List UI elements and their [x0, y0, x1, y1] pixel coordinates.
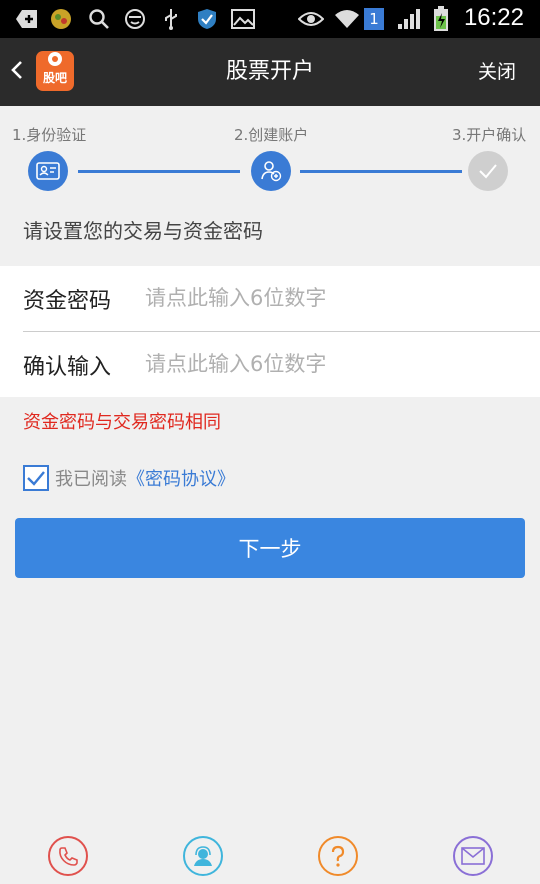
- customer-service-button[interactable]: [183, 836, 223, 876]
- step-label-3: 3.开户确认: [452, 126, 527, 144]
- mail-icon: [461, 847, 485, 865]
- search-icon: [86, 6, 112, 32]
- next-button[interactable]: 下一步: [15, 518, 525, 578]
- password-form: 资金密码 确认输入: [0, 266, 540, 397]
- warning-message: 资金密码与交易密码相同: [23, 412, 221, 433]
- clock: 16:22: [463, 4, 524, 31]
- header: 股吧 股票开户 关闭: [0, 38, 540, 106]
- agreement-link[interactable]: 《密码协议》: [127, 465, 235, 491]
- step-1-indicator: [28, 151, 68, 191]
- checkmark-icon: [27, 471, 45, 486]
- eye-icon: [298, 6, 324, 32]
- section-title: 请设置您的交易与资金密码: [23, 219, 263, 243]
- step-connector-1: [78, 170, 240, 173]
- face-icon: [122, 6, 148, 32]
- fund-password-row: 资金密码: [0, 266, 540, 332]
- wifi-icon: [334, 6, 360, 32]
- step-label-2: 2.创建账户: [234, 126, 309, 144]
- help-button[interactable]: [318, 836, 358, 876]
- message-button[interactable]: [453, 836, 493, 876]
- phone-icon: [59, 847, 78, 866]
- shield-icon: [194, 6, 220, 32]
- phone-button[interactable]: [48, 836, 88, 876]
- step-label-1: 1.身份验证: [12, 126, 87, 144]
- confirm-password-label: 确认输入: [23, 355, 112, 380]
- step-connector-2: [300, 170, 462, 173]
- add-icon: [14, 6, 40, 32]
- usb-icon: [158, 6, 184, 32]
- signal-icon: [396, 6, 422, 32]
- confirm-password-input[interactable]: [145, 344, 525, 384]
- confirm-password-row: 确认输入: [0, 332, 540, 397]
- add-user-icon: [261, 161, 282, 182]
- check-icon: [479, 164, 497, 179]
- page-title: 股票开户: [225, 59, 314, 84]
- app-icon: [48, 6, 74, 32]
- step-3-indicator: [468, 151, 508, 191]
- agreement-checkbox[interactable]: [23, 465, 49, 491]
- agreement-row: 我已阅读 《密码协议》: [23, 463, 235, 493]
- close-button[interactable]: 关闭: [478, 38, 516, 106]
- battery-icon: [428, 6, 454, 32]
- image-icon: [230, 6, 256, 32]
- agreement-prefix: 我已阅读: [55, 469, 127, 490]
- status-bar: 1 16:22: [0, 0, 540, 38]
- id-card-icon: [36, 162, 60, 180]
- sim-icon: 1: [364, 8, 384, 30]
- step-2-indicator: [251, 151, 291, 191]
- question-icon: [331, 845, 345, 867]
- fund-password-input[interactable]: [145, 278, 525, 318]
- customer-service-icon: [194, 846, 212, 866]
- fund-password-label: 资金密码: [23, 289, 112, 314]
